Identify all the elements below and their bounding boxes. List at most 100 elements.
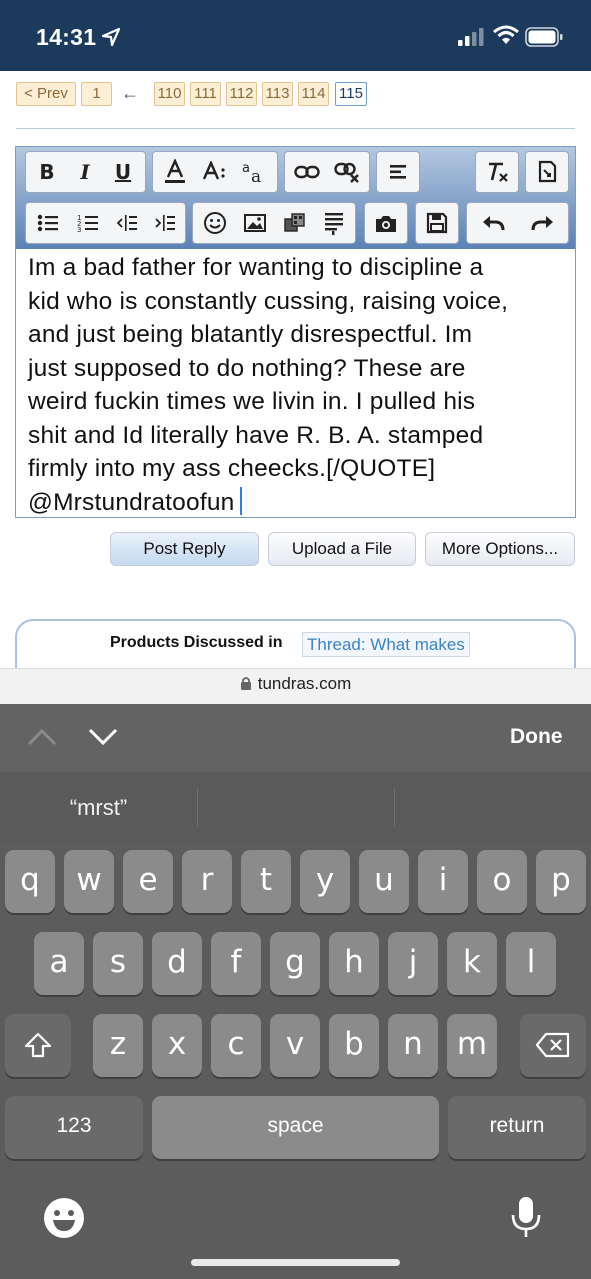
editor-last-line: @Mrstundratoofun [28,486,568,520]
outdent-icon[interactable] [108,203,146,243]
location-arrow-icon [101,27,121,47]
align-icon[interactable] [379,152,417,192]
unlink-icon[interactable] [327,152,367,192]
suggestion-divider [394,788,395,826]
battery-icon [525,27,563,47]
post-reply-button[interactable]: Post Reply [110,532,259,566]
undo-icon[interactable] [469,203,517,243]
done-button[interactable]: Done [510,725,563,749]
status-time: 14:31 [36,24,97,50]
bold-icon[interactable]: B [28,152,66,192]
page-link-1[interactable]: 1 [81,82,112,106]
key-d[interactable]: d [152,932,202,995]
key-i[interactable]: i [418,850,468,913]
editor-line: shit and Id literally have R. B. A. stam… [28,421,484,449]
suggestion-divider [197,788,198,826]
key-b[interactable]: b [329,1014,379,1077]
key-f[interactable]: f [211,932,261,995]
key-w[interactable]: w [64,850,114,913]
save-icon[interactable] [418,203,456,243]
bbcode-group [525,151,569,193]
page-link-111[interactable]: 111 [190,82,221,106]
key-y[interactable]: y [300,850,350,913]
page-link-114[interactable]: 114 [298,82,329,106]
key-p[interactable]: p [536,850,586,913]
shift-key[interactable] [5,1014,71,1077]
space-key[interactable]: space [152,1096,439,1159]
key-r[interactable]: r [182,850,232,913]
format-group: B I U [25,151,146,193]
remove-format-icon[interactable] [478,152,516,192]
editor-line: Im a bad father for wanting to disciplin… [28,254,484,281]
microphone-icon[interactable] [510,1195,542,1241]
font-family-icon[interactable]: aa [235,152,275,192]
indent-icon[interactable] [146,203,184,243]
editor-text-area[interactable]: Im a bad father for wanting to disciplin… [28,249,568,519]
numbered-list-icon[interactable]: 123 [68,203,108,243]
camera-icon[interactable] [367,203,405,243]
svg-text:a: a [251,167,261,184]
page-link-110[interactable]: 110 [154,82,185,106]
key-g[interactable]: g [270,932,320,995]
key-j[interactable]: j [388,932,438,995]
smiley-icon[interactable] [195,203,235,243]
link-group [284,151,370,193]
insert-group [192,202,356,244]
page-link-113[interactable]: 113 [262,82,293,106]
products-label: Products Discussed in [110,634,283,651]
key-k[interactable]: k [447,932,497,995]
editor-line: weird fuckin times we livin in. I pulled… [28,388,476,415]
toggle-bbcode-icon[interactable] [528,152,566,192]
pagination-arrow: ← [121,83,139,103]
history-group [466,202,569,244]
key-z[interactable]: z [93,1014,143,1077]
font-group: aa [152,151,278,193]
key-m[interactable]: m [447,1014,497,1077]
more-options-button[interactable]: More Options... [425,532,575,566]
text-caret [240,486,243,515]
key-q[interactable]: q [5,850,55,913]
key-l[interactable]: l [506,932,556,995]
suggestion-item[interactable]: “mrst” [0,795,197,821]
home-indicator [191,1259,400,1266]
key-s[interactable]: s [93,932,143,995]
image-icon[interactable] [235,203,275,243]
numbers-key[interactable]: 123 [5,1096,143,1159]
editor-line: kid who is constantly cussing, raising v… [28,287,509,315]
media-icon[interactable] [275,203,315,243]
underline-icon[interactable]: U [104,152,142,192]
products-thread-link[interactable]: Thread: What makes [302,632,470,657]
key-a[interactable]: a [34,932,84,995]
delete-key[interactable] [520,1014,586,1077]
reply-editor[interactable]: B I U aa 123 Im a bad father for wanting… [15,146,576,518]
link-icon[interactable] [287,152,327,192]
bullet-list-icon[interactable] [28,203,68,243]
quote-icon[interactable] [315,203,353,243]
key-h[interactable]: h [329,932,379,995]
italic-icon[interactable]: I [66,152,104,192]
key-x[interactable]: x [152,1014,202,1077]
key-u[interactable]: u [359,850,409,913]
key-c[interactable]: c [211,1014,261,1077]
remove-format-group [475,151,519,193]
url-display[interactable]: tundras.com [0,674,591,694]
key-o[interactable]: o [477,850,527,913]
font-size-icon[interactable] [195,152,235,192]
key-t[interactable]: t [241,850,291,913]
align-group [376,151,420,193]
next-field-chevron-down-icon[interactable] [88,727,118,747]
key-n[interactable]: n [388,1014,438,1077]
key-v[interactable]: v [270,1014,320,1077]
prev-page-link[interactable]: < Prev [16,82,76,106]
text-color-icon[interactable] [155,152,195,192]
emoji-icon[interactable] [43,1197,85,1239]
backspace-icon [535,1032,570,1058]
key-e[interactable]: e [123,850,173,913]
editor-line: just supposed to do nothing? These are [28,354,466,382]
page-link-112[interactable]: 112 [226,82,257,106]
previous-field-chevron-up-icon[interactable] [27,727,57,747]
upload-file-button[interactable]: Upload a File [268,532,416,566]
redo-icon[interactable] [519,203,567,243]
divider [16,128,575,129]
return-key[interactable]: return [448,1096,586,1159]
